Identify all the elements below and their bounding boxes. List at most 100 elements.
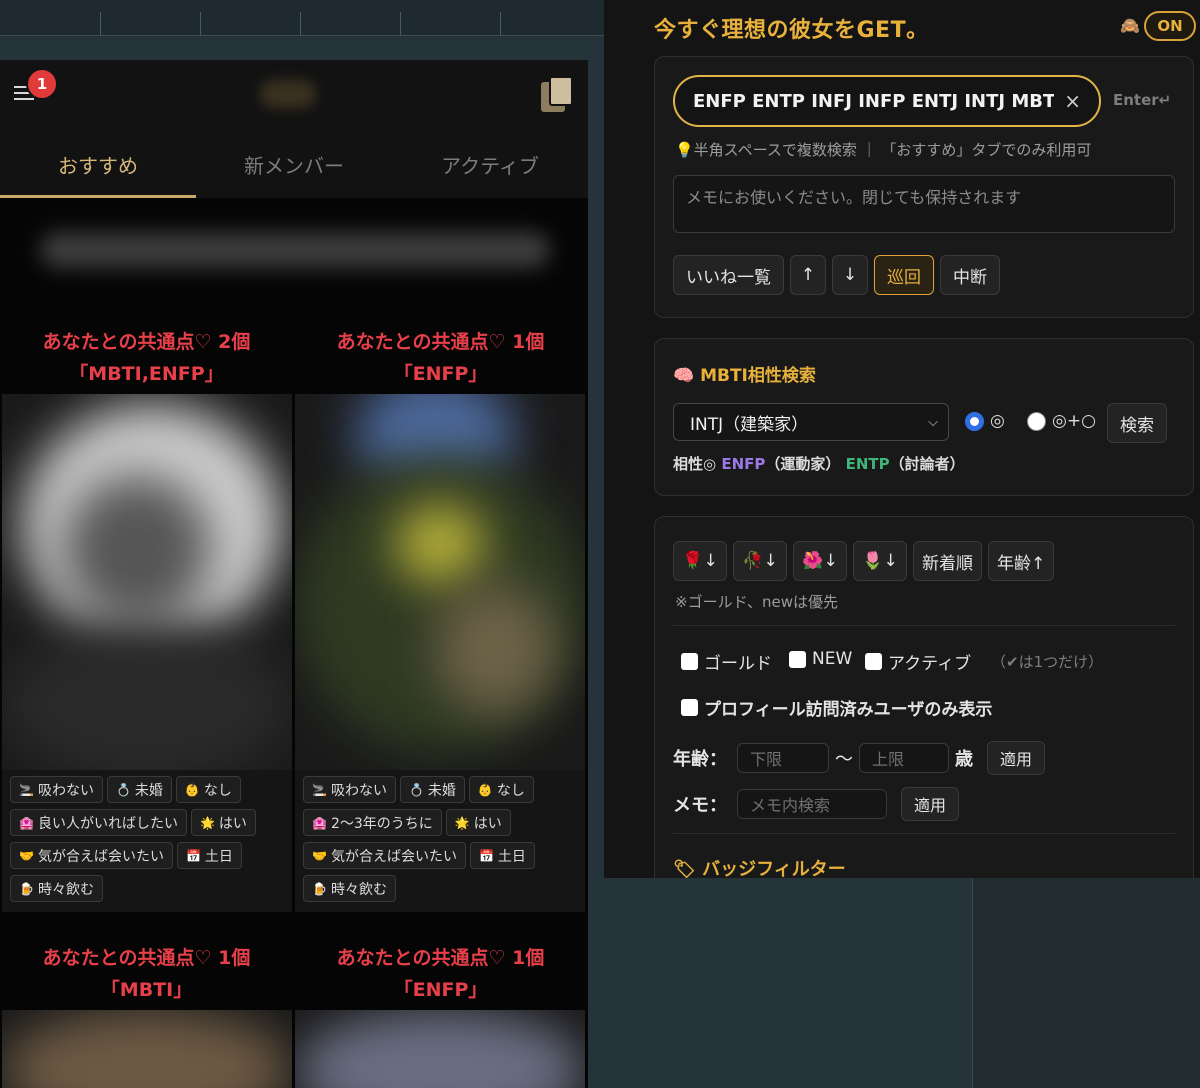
tab-bar: おすすめ 新メンバー アクティブ bbox=[0, 130, 588, 198]
patrol-button[interactable]: 巡回 bbox=[874, 255, 934, 295]
hotel-icon: 🏩 bbox=[312, 815, 327, 830]
scroll-down-button[interactable]: ↓ bbox=[832, 255, 868, 295]
tag-chip: 🤝 気が合えば会いたい bbox=[303, 842, 466, 869]
sort-wilted-rose-button[interactable]: 🥀↓ bbox=[733, 541, 787, 581]
common-points: あなたとの共通点♡ 1個 bbox=[42, 947, 251, 969]
star-icon: 🌟 bbox=[454, 815, 470, 830]
scroll-up-button[interactable]: ↑ bbox=[790, 255, 826, 295]
tag-chip: 🌟 はい bbox=[445, 809, 511, 836]
common-points: あなたとの共通点♡ 1個 bbox=[336, 331, 545, 353]
clear-icon[interactable]: × bbox=[1064, 89, 1081, 113]
age-max-input[interactable]: 上限 bbox=[859, 743, 949, 773]
sort-newest-button[interactable]: 新着順 bbox=[913, 541, 982, 581]
memo-textarea[interactable]: メモにお使いください。閉じても保持されます bbox=[673, 175, 1175, 233]
enter-hint: Enter↵ bbox=[1113, 91, 1172, 109]
handshake-icon: 🤝 bbox=[19, 848, 34, 863]
badge-filter-title: 🏷 バッジフィルター bbox=[673, 859, 846, 878]
mbti-search-button[interactable]: 検索 bbox=[1107, 403, 1167, 443]
chevron-down-icon: ⌵ bbox=[928, 414, 938, 430]
profile-photo[interactable] bbox=[2, 1010, 292, 1088]
profile-photo[interactable] bbox=[2, 394, 292, 770]
sort-hibiscus-button[interactable]: 🌺↓ bbox=[793, 541, 847, 581]
mbti-title: 🧠 MBTI相性検索 bbox=[673, 366, 816, 386]
handshake-icon: 🤝 bbox=[312, 848, 327, 863]
ring-icon: 💍 bbox=[408, 782, 424, 797]
monkey-icon: 🙈 bbox=[1120, 16, 1140, 35]
notification-badge: 1 bbox=[26, 68, 58, 100]
profile-card[interactable]: あなたとの共通点♡ 2個 「MBTI,ENFP」 🚬 吸わない 💍 未婚 👶 なし 🏩… bbox=[0, 326, 293, 912]
copy-icon[interactable] bbox=[541, 76, 575, 112]
search-input[interactable]: ENFP ENTP INFJ INFP ENTJ INTJ MBT × bbox=[673, 75, 1101, 127]
app-header: 1 bbox=[0, 60, 588, 130]
divider bbox=[673, 625, 1175, 626]
tag-chip: 📅 土日 bbox=[469, 842, 535, 869]
profile-photo[interactable] bbox=[295, 1010, 585, 1088]
tag-chip: 💍 未婚 bbox=[399, 776, 465, 803]
blurred-banner bbox=[40, 232, 550, 268]
sort-note: ※ゴールド、newは優先 bbox=[675, 593, 838, 611]
divider bbox=[673, 833, 1175, 834]
profile-card[interactable]: あなたとの共通点♡ 1個 「ENFP」 🚬 吸わない 💍 未婚 👶 なし 🏩 2〜3年の… bbox=[294, 326, 587, 912]
tag-list: 🚬 吸わない 💍 未婚 👶 なし 🏩 良い人がいればしたい 🌟 はい 🤝 気が合えば会いたい… bbox=[2, 770, 292, 912]
likes-list-button[interactable]: いいね一覧 bbox=[673, 255, 784, 295]
sort-age-button[interactable]: 年齢↑ bbox=[988, 541, 1055, 581]
profile-photo[interactable] bbox=[295, 394, 585, 770]
calendar-icon: 📅 bbox=[185, 848, 201, 863]
age-label: 年齢： bbox=[673, 749, 727, 770]
common-items: 「ENFP」 bbox=[393, 979, 488, 1001]
radio-excellent[interactable]: ◎ bbox=[965, 411, 1005, 431]
beer-icon: 🍺 bbox=[312, 881, 327, 896]
star-icon: 🌟 bbox=[199, 815, 215, 830]
tab-recommended[interactable]: おすすめ bbox=[0, 130, 196, 198]
stop-button[interactable]: 中断 bbox=[940, 255, 1000, 295]
age-unit: 歳 bbox=[955, 749, 973, 770]
common-items: 「ENFP」 bbox=[393, 363, 488, 385]
tag-chip: 🚬 吸わない bbox=[10, 776, 103, 803]
mbti-section: 🧠 MBTI相性検索 INTJ（建築家） ⌵ ◎ ◎+○ 検索 相性◎ ENFP… bbox=[654, 338, 1194, 496]
tag-chip: 💍 未婚 bbox=[106, 776, 172, 803]
tab-new-members[interactable]: 新メンバー bbox=[196, 130, 392, 198]
profile-card[interactable]: あなたとの共通点♡ 1個 「ENFP」 bbox=[294, 942, 587, 1088]
baby-icon: 👶 bbox=[477, 782, 493, 797]
tag-list: 🚬 吸わない 💍 未婚 👶 なし 🏩 2〜3年のうちに 🌟 はい 🤝 気が合えば会いたい 📅… bbox=[295, 770, 585, 912]
new-checkbox[interactable]: NEW bbox=[789, 649, 852, 669]
gold-checkbox[interactable]: ゴールド bbox=[681, 649, 772, 674]
tag-chip: 🌟 はい bbox=[190, 809, 256, 836]
ring-icon: 💍 bbox=[115, 782, 131, 797]
common-points: あなたとの共通点♡ 1個 bbox=[336, 947, 545, 969]
devtools-toolbar bbox=[0, 0, 604, 36]
tag-chip: 📅 土日 bbox=[176, 842, 242, 869]
tag-chip: 🍺 時々飲む bbox=[10, 875, 103, 902]
compat-result: 相性◎ ENFP（運動家） ENTP（討論者） bbox=[673, 455, 965, 473]
search-section: ENFP ENTP INFJ INFP ENTJ INTJ MBT × Ente… bbox=[654, 56, 1194, 318]
beer-icon: 🍺 bbox=[19, 881, 34, 896]
calendar-icon: 📅 bbox=[478, 848, 494, 863]
smoking-icon: 🚬 bbox=[312, 782, 327, 797]
filter-section: 🌹↓ 🥀↓ 🌺↓ 🌷↓ 新着順 年齢↑ ※ゴールド、newは優先 ゴールド NE… bbox=[654, 516, 1194, 878]
tilde: 〜 bbox=[835, 749, 853, 770]
sort-rose-button[interactable]: 🌹↓ bbox=[673, 541, 727, 581]
tag-chip: 🤝 気が合えば会いたい bbox=[10, 842, 173, 869]
age-min-input[interactable]: 下限 bbox=[737, 743, 829, 773]
common-items: 「MBTI」 bbox=[100, 979, 193, 1001]
sort-tulip-button[interactable]: 🌷↓ bbox=[853, 541, 907, 581]
tag-chip: 👶 なし bbox=[175, 776, 241, 803]
visited-checkbox[interactable]: プロフィール訪問済みユーザのみ表示 bbox=[681, 695, 992, 720]
tag-chip: 🚬 吸わない bbox=[303, 776, 396, 803]
power-toggle[interactable]: ON bbox=[1144, 11, 1196, 41]
active-checkbox[interactable]: アクティブ bbox=[865, 649, 971, 674]
memo-apply-button[interactable]: 適用 bbox=[901, 787, 960, 821]
profile-card[interactable]: あなたとの共通点♡ 1個 「MBTI」 bbox=[0, 942, 293, 1088]
mbti-select[interactable]: INTJ（建築家） ⌵ bbox=[673, 403, 949, 441]
ruler bbox=[0, 12, 604, 36]
smoking-icon: 🚬 bbox=[19, 782, 34, 797]
radio-excellent-good[interactable]: ◎+○ bbox=[1027, 411, 1096, 431]
panel-title: 今すぐ理想の彼女をGET。 bbox=[654, 18, 929, 43]
tag-chip: 👶 なし bbox=[468, 776, 534, 803]
common-points: あなたとの共通点♡ 2個 bbox=[42, 331, 251, 353]
common-items: 「MBTI,ENFP」 bbox=[69, 363, 224, 385]
tab-active[interactable]: アクティブ bbox=[392, 130, 588, 198]
age-apply-button[interactable]: 適用 bbox=[987, 741, 1046, 775]
memo-search-input[interactable]: メモ内検索 bbox=[737, 789, 887, 819]
hotel-icon: 🏩 bbox=[19, 815, 34, 830]
